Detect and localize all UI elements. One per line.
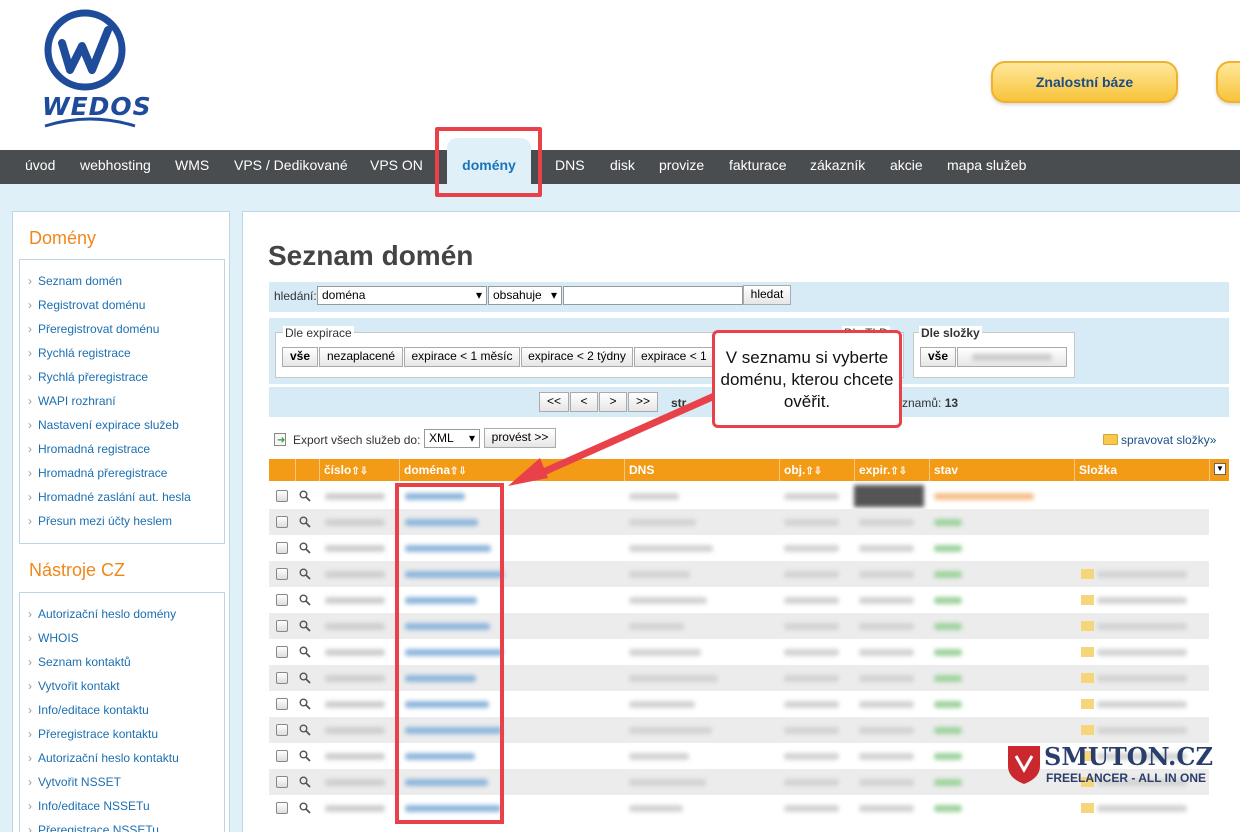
domain-column-highlight	[395, 483, 504, 824]
instruction-callout: V seznamu si vyberte doménu, kterou chce…	[712, 330, 902, 428]
annotation-arrow	[508, 386, 730, 486]
watermark-subtitle: FREELANCER - ALL IN ONE	[1046, 771, 1207, 785]
watermark-title: SMUTON.CZ	[1044, 742, 1213, 771]
smuton-shield-icon	[1008, 746, 1040, 784]
